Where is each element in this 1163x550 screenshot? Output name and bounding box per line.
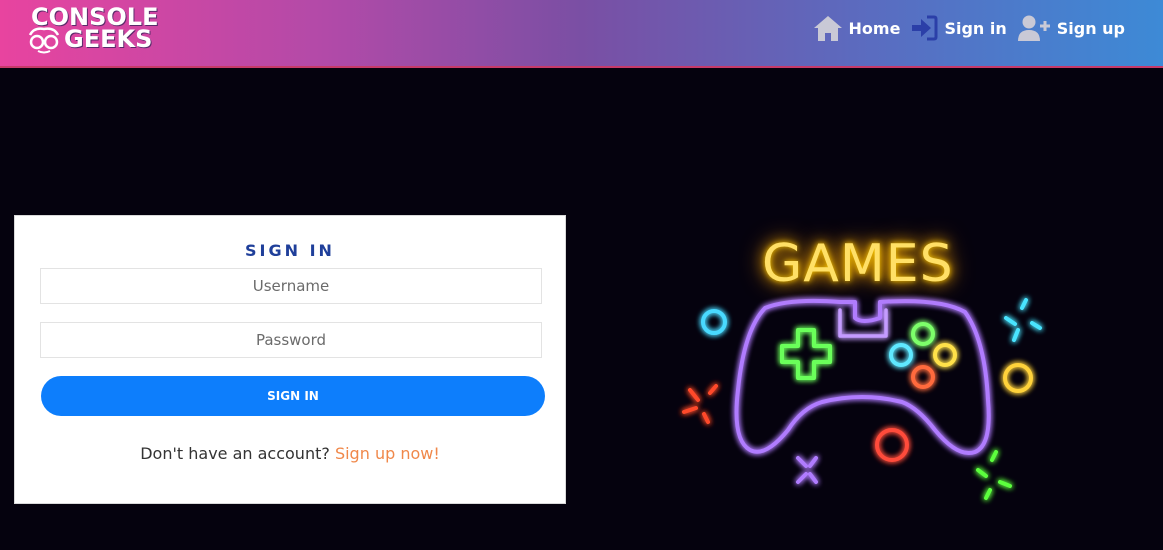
signup-prompt: Don't have an account? Sign up now! [15,444,565,463]
signup-prompt-text: Don't have an account? [140,444,330,463]
add-user-icon [1017,15,1050,41]
neon-games-illustration: GAMES [640,200,1080,520]
nav-signup-label: Sign up [1056,18,1125,38]
nav-home-label: Home [848,18,901,38]
top-navbar: CONSOLE GEEKS Home Sign in Sign up [0,0,1163,68]
console-geeks-logo[interactable]: CONSOLE GEEKS [26,5,158,55]
home-icon [813,16,842,41]
sign-in-card: SIGN IN SIGN IN Don't have an account? S… [14,215,566,504]
sign-in-title: SIGN IN [245,241,335,260]
nav-signin-label: Sign in [944,18,1007,38]
nav-home-link[interactable]: Home [813,14,901,42]
username-input[interactable] [40,268,542,304]
nav-signup-link[interactable]: Sign up [1017,14,1125,42]
signup-now-link[interactable]: Sign up now! [335,444,440,463]
nav-links: Home Sign in Sign up [803,12,1125,44]
sign-in-button[interactable]: SIGN IN [41,376,545,416]
games-neon-sign: GAMES [762,234,954,294]
sign-in-icon [912,15,938,41]
password-input[interactable] [40,322,542,358]
logo-text-geeks: GEEKS [64,25,153,53]
nav-signin-link[interactable]: Sign in [910,15,1007,41]
